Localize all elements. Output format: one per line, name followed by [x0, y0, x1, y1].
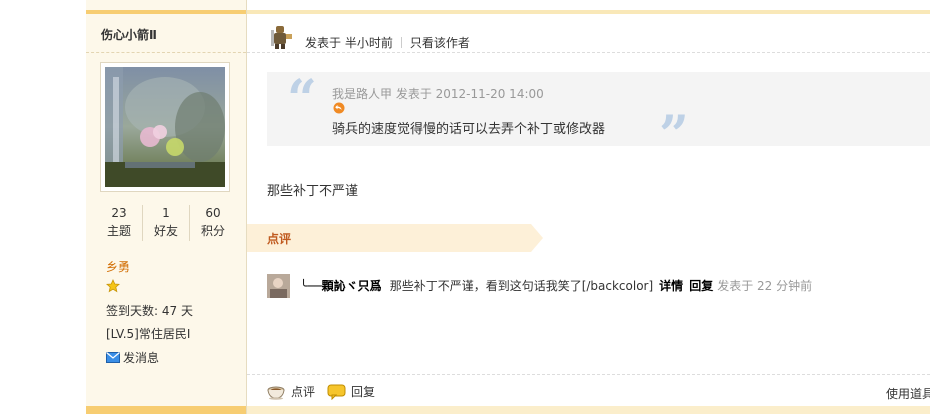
- use-tool-link[interactable]: 使用道具: [886, 385, 930, 402]
- stat-points[interactable]: 60 积分: [190, 205, 236, 241]
- comment-item: ╰──顆訫ヾ只爲 那些补丁不严谨，看到这句话我笑了[/backcolor] 详情 回复…: [300, 277, 812, 294]
- post-main: 发表于 半小时前 只看该作者 “ 我是路人甲 发表于 2012-11-20 14:…: [247, 0, 930, 414]
- send-message-label: 发消息: [123, 351, 160, 365]
- checkin-days: 签到天数: 47 天: [106, 304, 193, 318]
- page-left-margin: [0, 0, 87, 414]
- comment-detail-link[interactable]: 详情: [659, 279, 683, 293]
- comment-section-label: 点评: [267, 232, 292, 246]
- post-top-band: [247, 10, 930, 14]
- author-rank[interactable]: 乡勇: [106, 258, 130, 275]
- stat-value: 1: [162, 206, 170, 220]
- stat-label: 主题: [106, 224, 131, 238]
- sidebar-bottom-band: [86, 406, 246, 414]
- stat-value: 23: [111, 206, 127, 220]
- divider: [247, 52, 930, 53]
- quote-text: 骑兵的速度觉得慢的话可以去弄个补丁或修改器: [332, 122, 606, 137]
- comment-button[interactable]: 点评: [267, 383, 315, 400]
- stat-friends[interactable]: 1 好友: [143, 205, 190, 241]
- close-quote-icon: ”: [659, 105, 689, 166]
- post-body: 那些补丁不严谨: [267, 184, 359, 199]
- comment-time: 发表于 22 分钟前: [717, 279, 813, 293]
- post-bottom-band: [247, 406, 930, 414]
- back-to-original-icon[interactable]: [333, 102, 345, 114]
- post-time: 发表于 半小时前: [305, 36, 393, 50]
- comment-button-label: 点评: [291, 385, 316, 399]
- author-avatar[interactable]: [100, 62, 230, 192]
- stat-label: 好友: [153, 224, 178, 238]
- quote-block: “ 我是路人甲 发表于 2012-11-20 14:00 骑兵的速度觉得慢的话可…: [267, 69, 930, 162]
- online-status-icon: [271, 26, 292, 49]
- member-level: [LV.5]常住居民I: [106, 327, 191, 341]
- comment-text: 那些补丁不严谨，看到这句话我笑了[/backcolor]: [389, 279, 654, 293]
- star-icon: [106, 279, 120, 293]
- stat-value: 60: [205, 206, 221, 220]
- stat-topics[interactable]: 23 主题: [96, 205, 143, 241]
- reply-button[interactable]: 回复: [327, 383, 375, 400]
- divider: [400, 37, 402, 48]
- comment-author[interactable]: ╰──顆訫ヾ只爲: [300, 279, 382, 293]
- stat-label: 积分: [200, 224, 225, 238]
- post-meta: 发表于 半小时前 只看该作者: [305, 34, 470, 51]
- coffee-cup-icon: [267, 386, 285, 400]
- comment-section-tab: [247, 224, 543, 252]
- speech-bubble-icon: [327, 384, 346, 400]
- author-username[interactable]: 伤心小箭Ⅱ: [101, 26, 157, 43]
- send-message-link[interactable]: 发消息: [106, 349, 159, 366]
- author-stats: 23 主题 1 好友 60 积分: [96, 205, 236, 241]
- avatar-image: [105, 67, 225, 187]
- divider: [86, 52, 246, 53]
- open-quote-icon: “: [287, 69, 317, 130]
- sidebar-top-band: [86, 10, 246, 14]
- envelope-icon: [106, 352, 120, 363]
- commenter-avatar[interactable]: [267, 274, 290, 298]
- author-sidebar: 伤心小箭Ⅱ 23 主题 1 好友 60 积分 乡勇 签到天数: 47 天 [LV…: [86, 0, 247, 414]
- comment-reply-link[interactable]: 回复: [689, 279, 713, 293]
- divider: [247, 374, 930, 375]
- reply-button-label: 回复: [351, 385, 376, 399]
- quote-meta: 我是路人甲 发表于 2012-11-20 14:00: [332, 87, 544, 101]
- only-author-link[interactable]: 只看该作者: [410, 36, 470, 50]
